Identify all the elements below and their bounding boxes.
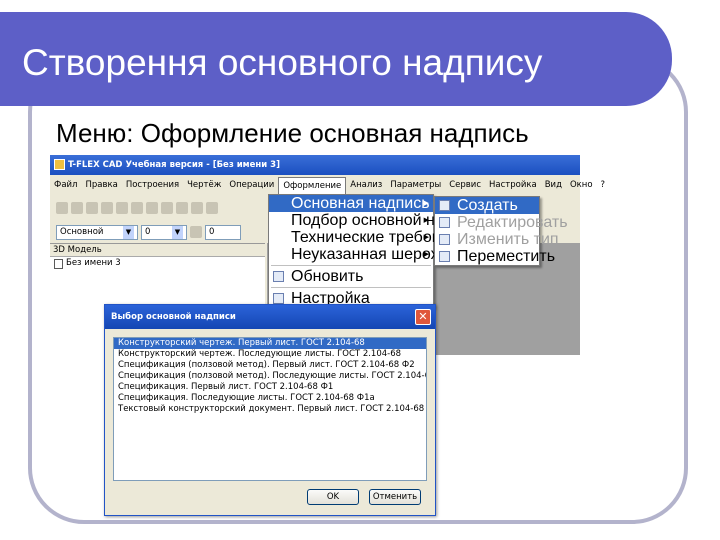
list-item[interactable]: Спецификация. Первый лист. ГОСТ 2.104-68… — [114, 382, 426, 393]
title-block-dialog: Выбор основной надписи ✕ Конструкторский… — [104, 304, 436, 516]
title-block-submenu: Создать Редактировать Изменить тип Перем… — [434, 196, 568, 266]
submenu-arrow-icon: ▶ — [423, 251, 429, 258]
submenu-item-change-type[interactable]: Изменить тип — [435, 231, 559, 248]
list-item[interactable]: Конструкторский чертеж. Первый лист. ГОС… — [114, 338, 426, 349]
new-file-icon[interactable] — [56, 202, 68, 214]
submenu-item-move[interactable]: Переместить — [435, 248, 555, 265]
title-block-list[interactable]: Конструкторский чертеж. Первый лист. ГОС… — [113, 337, 427, 481]
edit-icon — [439, 217, 450, 228]
save-icon[interactable] — [101, 202, 113, 214]
list-item[interactable]: Текстовый конструкторский документ. Перв… — [114, 404, 426, 415]
number-select-2[interactable]: 0 — [205, 224, 241, 240]
submenu-arrow-icon: ▶ — [423, 217, 429, 224]
chevron-down-icon: ▼ — [172, 225, 183, 239]
title-underline — [22, 97, 640, 99]
submenu-arrow-icon: ▶ — [423, 200, 429, 207]
print-icon[interactable] — [116, 202, 128, 214]
tree-item-label: Без имени 3 — [66, 258, 121, 268]
submenu-item-move-label: Переместить — [457, 248, 556, 265]
submenu-item-change-type-label: Изменить тип — [457, 231, 559, 248]
slide-subtitle: Меню: Оформление основная надпись — [56, 118, 529, 148]
menu-item-title-block-label: Основная надпись — [291, 195, 430, 212]
menu-construct[interactable]: Построения — [122, 177, 183, 193]
redo-icon[interactable] — [161, 202, 173, 214]
undo-icon[interactable] — [146, 202, 158, 214]
circle-tool-icon[interactable] — [191, 202, 203, 214]
design-menu-dropdown: Основная надпись ▶ Подбор основной надпи… — [268, 194, 504, 308]
change-type-icon — [439, 234, 450, 245]
update-icon — [273, 271, 284, 282]
list-item[interactable]: Спецификация (ползовой метод). Последующ… — [114, 371, 426, 382]
menu-item-select-title-block[interactable]: Подбор основной надписи ▶ — [269, 212, 488, 229]
menu-parameters[interactable]: Параметры — [386, 177, 445, 193]
rotate-icon[interactable] — [206, 202, 218, 214]
menu-design[interactable]: Оформление — [278, 176, 347, 194]
menu-edit[interactable]: Правка — [81, 177, 121, 193]
menu-drawing[interactable]: Чертёж — [183, 177, 225, 193]
line-tool-icon[interactable] — [176, 202, 188, 214]
submenu-arrow-icon: ▶ — [423, 234, 429, 241]
open-file-icon[interactable] — [71, 202, 83, 214]
menu-view[interactable]: Вид — [541, 177, 566, 193]
number-select-1[interactable]: 0 ▼ — [141, 224, 187, 240]
create-icon — [439, 200, 450, 211]
ok-button[interactable]: OK — [307, 489, 359, 505]
settings-icon — [273, 293, 284, 304]
menu-operations[interactable]: Операции — [225, 177, 278, 193]
menu-item-update-label: Обновить — [291, 268, 364, 285]
preview-icon[interactable] — [131, 202, 143, 214]
menu-item-tech-requirements[interactable]: Технические требования ▶ — [269, 229, 475, 246]
dialog-title-bar: Выбор основной надписи ✕ — [105, 305, 435, 329]
layer-select[interactable]: Основной ▼ — [56, 224, 138, 240]
menu-item-update[interactable]: Обновить — [269, 268, 433, 285]
document-icon — [54, 258, 63, 269]
submenu-item-edit[interactable]: Редактировать — [435, 214, 568, 231]
number-select-2-value: 0 — [209, 226, 215, 237]
app-title-bar: T-FLEX CAD Учебная версия - [Без имени 3… — [50, 155, 580, 175]
chevron-down-icon: ▼ — [123, 225, 134, 239]
submenu-item-create[interactable]: Создать — [435, 197, 539, 214]
list-item[interactable]: Конструкторский чертеж. Последующие лист… — [114, 349, 426, 360]
app-window-title: T-FLEX CAD Учебная версия - [Без имени 3… — [68, 160, 280, 170]
layer-select-value: Основной — [60, 226, 104, 237]
menu-bar: Файл Правка Построения Чертёж Операции О… — [50, 176, 605, 194]
cancel-button[interactable]: Отменить — [369, 489, 421, 505]
menu-window[interactable]: Окно — [566, 177, 597, 193]
tree-item[interactable]: Без имени 3 — [50, 257, 265, 270]
menu-item-title-block[interactable]: Основная надпись ▶ — [269, 195, 433, 212]
list-item[interactable]: Спецификация. Последующие листы. ГОСТ 2.… — [114, 393, 426, 404]
submenu-item-create-label: Создать — [457, 197, 518, 214]
move-icon — [439, 251, 450, 262]
menu-analysis[interactable]: Анализ — [346, 177, 386, 193]
menu-separator — [271, 287, 431, 288]
menu-settings[interactable]: Настройка — [485, 177, 541, 193]
standard-toolbar — [50, 197, 270, 219]
menu-separator — [271, 265, 431, 266]
open-folder-icon[interactable] — [86, 202, 98, 214]
close-icon[interactable]: ✕ — [415, 309, 431, 325]
menu-item-roughness[interactable]: Неуказанная шероховатость ▶ — [269, 246, 504, 263]
number-select-1-value: 0 — [145, 226, 151, 237]
list-item[interactable]: Спецификация (ползовой метод). Первый ли… — [114, 360, 426, 371]
menu-help[interactable]: ? — [597, 177, 610, 193]
submenu-item-edit-label: Редактировать — [457, 214, 568, 231]
dialog-title: Выбор основной надписи — [111, 312, 236, 322]
slide-title: Створення основного надпису — [22, 42, 543, 83]
slide-title-bar: Створення основного надпису — [0, 12, 672, 106]
properties-toolbar: Основной ▼ 0 ▼ 0 — [50, 221, 265, 243]
app-logo-icon — [54, 159, 65, 170]
layer-props-icon[interactable] — [190, 226, 202, 238]
menu-file[interactable]: Файл — [50, 177, 81, 193]
menu-service[interactable]: Сервис — [445, 177, 485, 193]
tree-header: 3D Модель — [50, 244, 265, 257]
